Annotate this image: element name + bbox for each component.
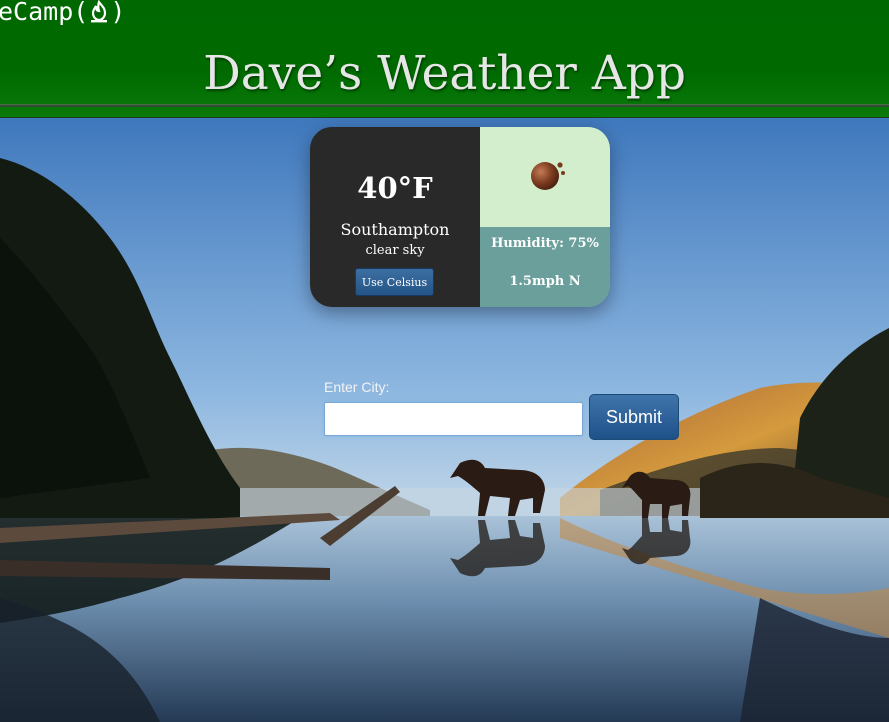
brand-text: eCamp(: [0, 0, 89, 26]
header-divider: [0, 104, 889, 107]
sun-icon: [531, 162, 565, 190]
submit-button[interactable]: Submit: [589, 394, 679, 440]
weather-card: 40°F Southampton clear sky Use Celsius H…: [310, 127, 610, 307]
city-input[interactable]: [324, 402, 583, 436]
weather-stats-panel: Humidity: 75% 1.5mph N: [480, 227, 610, 307]
freecodecamp-logo[interactable]: eCamp(): [0, 0, 125, 26]
weather-summary-panel: 40°F Southampton clear sky Use Celsius: [310, 127, 480, 307]
temperature-value: 40°F: [357, 171, 433, 205]
brand-close: ): [110, 0, 126, 26]
page-title: Dave’s Weather App: [203, 46, 686, 101]
wind-value: 1.5mph N: [509, 274, 581, 289]
flame-icon: [88, 0, 110, 23]
app-header: eCamp() Dave’s Weather App: [0, 0, 889, 118]
weather-icon-panel: [480, 127, 610, 227]
enter-city-label: Enter City:: [324, 379, 390, 395]
city-name: Southampton: [340, 220, 450, 239]
weather-description: clear sky: [365, 243, 425, 258]
humidity-value: Humidity: 75%: [491, 236, 599, 251]
use-celsius-button[interactable]: Use Celsius: [355, 268, 434, 296]
